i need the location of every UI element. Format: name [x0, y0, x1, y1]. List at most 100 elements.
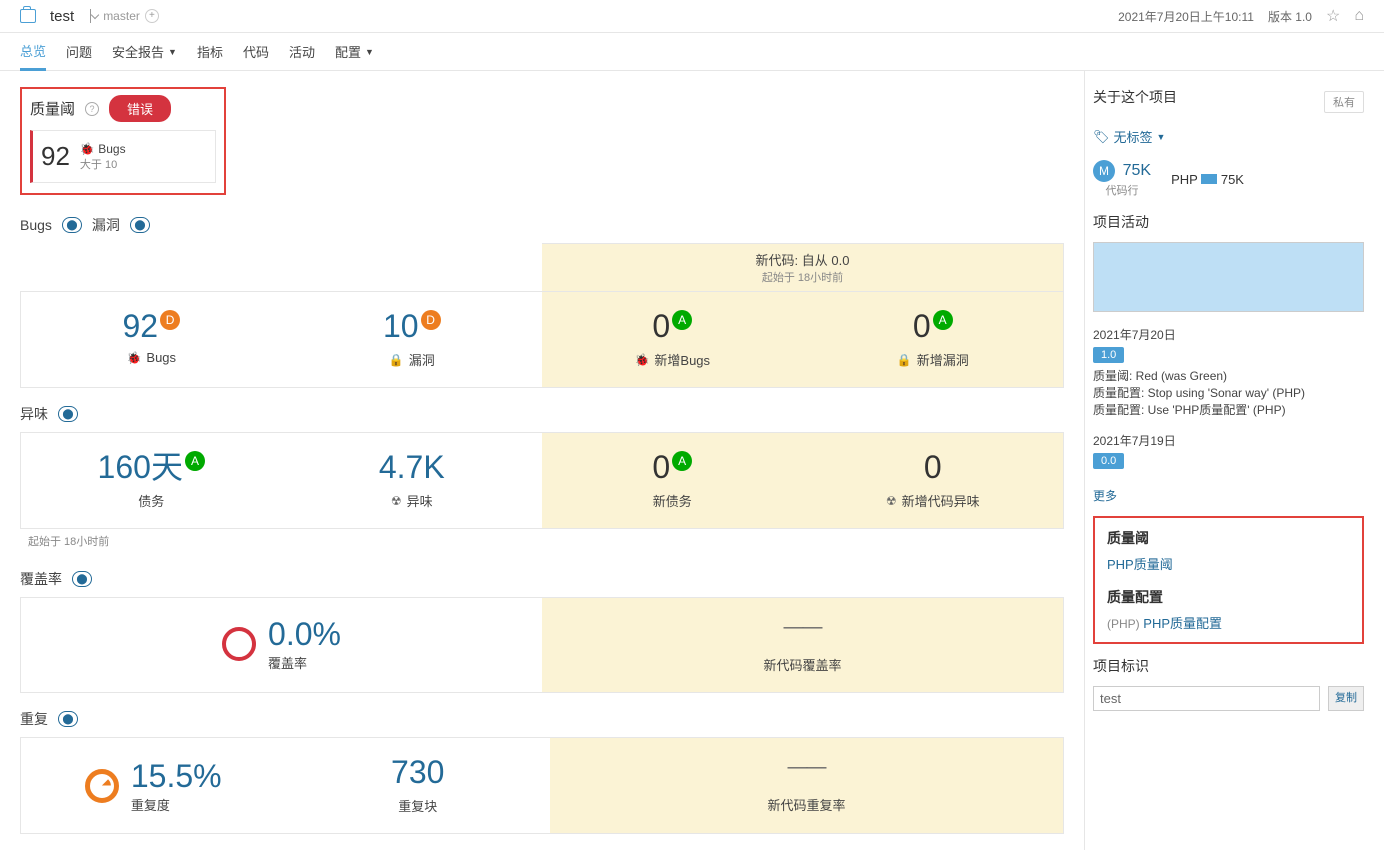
- analysis-timestamp: 2021年7月20日上午10:11: [1118, 8, 1254, 25]
- new-debt-label: 新债务: [653, 491, 692, 510]
- project-id-input[interactable]: [1093, 686, 1320, 711]
- favorite-icon[interactable]: ☆: [1326, 6, 1340, 26]
- qp-link[interactable]: PHP质量配置: [1143, 616, 1222, 631]
- topbar-right: 2021年7月20日上午10:11 版本 1.0 ☆ ⌂: [1118, 6, 1364, 26]
- new-coverage-metric[interactable]: —— 新代码覆盖率: [542, 598, 1063, 692]
- lang-name: PHP: [1171, 172, 1198, 187]
- dup-blocks-metric[interactable]: 730 重复块: [286, 738, 551, 833]
- quality-gate-status: 错误: [109, 95, 171, 122]
- coverage-metric[interactable]: 0.0% 覆盖率: [39, 616, 524, 672]
- coverage-label: 覆盖率: [20, 569, 62, 589]
- project-name[interactable]: test: [50, 8, 74, 25]
- new-dup-metric[interactable]: —— 新代码重复率: [550, 738, 1063, 833]
- copy-button[interactable]: 复制: [1328, 686, 1364, 711]
- dup-label: 重复: [20, 709, 48, 729]
- activity-title: 项目活动: [1093, 212, 1364, 232]
- smells-box: 160天A 债务 4.7K ☢异味 0A 新债务 0 ☢新增代码异味: [20, 432, 1064, 529]
- dup-ring-icon: [85, 769, 119, 803]
- chevron-down-icon: ▼: [168, 47, 177, 57]
- quality-config-panel: 质量阈 PHP质量阈 质量配置 (PHP) PHP质量配置: [1093, 516, 1364, 644]
- link-icon[interactable]: ⬤: [58, 406, 78, 422]
- bugs-vuln-box: 92D 🐞Bugs 10D 🔒漏洞 0A 🐞新增Bugs 0A 🔒新增漏洞: [20, 291, 1064, 388]
- tab-metrics[interactable]: 指标: [197, 33, 223, 70]
- dup-metric[interactable]: 15.5% 重复度: [21, 738, 286, 833]
- smell-icon: ☢: [391, 494, 402, 508]
- main-layout: 质量阈 ? 错误 92 🐞 Bugs 大于 10 Bugs ⬤ 漏洞 ⬤ 新代码…: [0, 71, 1384, 850]
- about-title: 关于这个项目: [1093, 87, 1177, 107]
- new-code-header: 新代码: 自从 0.0 起始于 18小时前: [542, 243, 1064, 291]
- new-bugs-metric[interactable]: 0A 🐞新增Bugs: [542, 292, 803, 387]
- smells-value: 4.7K: [379, 451, 445, 483]
- branch-name: master: [103, 9, 140, 23]
- link-icon[interactable]: ⬤: [72, 571, 92, 587]
- new-bugs-rating: A: [672, 310, 692, 330]
- visibility-badge: 私有: [1324, 91, 1364, 113]
- debt-metric[interactable]: 160天A 债务: [21, 433, 282, 528]
- lock-icon: 🔒: [897, 353, 912, 367]
- bugs-rating: D: [160, 310, 180, 330]
- content-area: 质量阈 ? 错误 92 🐞 Bugs 大于 10 Bugs ⬤ 漏洞 ⬤ 新代码…: [0, 71, 1084, 850]
- more-activity-link[interactable]: 更多: [1093, 489, 1117, 503]
- branch-selector[interactable]: master +: [88, 9, 159, 23]
- version-label: 版本 1.0: [1268, 8, 1312, 25]
- new-smells-value: 0: [924, 451, 942, 483]
- home-icon[interactable]: ⌂: [1354, 7, 1364, 25]
- tab-config[interactable]: 配置 ▼: [335, 33, 374, 70]
- bugs-label: Bugs: [20, 217, 52, 233]
- vuln-metric[interactable]: 10D 🔒漏洞: [282, 292, 543, 387]
- link-icon[interactable]: ⬤: [62, 217, 82, 233]
- bugs-metric-label: Bugs: [146, 350, 176, 365]
- qp-lang: (PHP): [1107, 617, 1140, 631]
- link-icon[interactable]: ⬤: [58, 711, 78, 727]
- new-vuln-rating: A: [933, 310, 953, 330]
- smells-metric[interactable]: 4.7K ☢异味: [282, 433, 543, 528]
- bugs-metric[interactable]: 92D 🐞Bugs: [21, 292, 282, 387]
- qg-metric: Bugs: [98, 142, 125, 156]
- no-tags-label: 无标签: [1114, 127, 1153, 146]
- dup-blocks-label: 重复块: [398, 796, 437, 815]
- new-dup-label: 新代码重复率: [767, 795, 845, 814]
- lang-dist: PHP 75K: [1171, 172, 1244, 187]
- help-icon[interactable]: ?: [85, 102, 99, 116]
- qg-condition: 大于 10: [80, 156, 126, 172]
- new-vuln-metric[interactable]: 0A 🔒新增漏洞: [803, 292, 1064, 387]
- bug-icon: 🐞: [80, 142, 95, 156]
- new-smells-metric[interactable]: 0 ☢新增代码异味: [803, 433, 1064, 528]
- tab-issues[interactable]: 问题: [66, 33, 92, 70]
- coverage-ring-icon: [222, 627, 256, 661]
- chevron-down-icon: ▼: [365, 47, 374, 57]
- activity-line: 质量配置: Stop using 'Sonar way' (PHP): [1093, 384, 1364, 401]
- version-badge: 1.0: [1093, 347, 1124, 363]
- add-branch-icon[interactable]: +: [145, 9, 159, 23]
- quality-gate-panel: 质量阈 ? 错误 92 🐞 Bugs 大于 10: [20, 87, 226, 195]
- tab-security[interactable]: 安全报告 ▼: [112, 33, 177, 70]
- quality-gate-condition[interactable]: 92 🐞 Bugs 大于 10: [30, 130, 216, 183]
- tab-security-label: 安全报告: [112, 42, 164, 61]
- debt-value: 160天: [98, 451, 183, 483]
- new-code-title: 新代码: 自从 0.0: [548, 250, 1057, 269]
- lock-icon: 🔒: [389, 353, 404, 367]
- sidebar: 关于这个项目 私有 🏷 无标签 ▼ M 75K 代码行 PHP 75K 项目活动…: [1084, 71, 1384, 850]
- tab-overview[interactable]: 总览: [20, 33, 46, 71]
- link-icon[interactable]: ⬤: [130, 217, 150, 233]
- loc-value[interactable]: 75K: [1123, 162, 1151, 179]
- vuln-metric-label: 漏洞: [409, 350, 435, 369]
- new-vuln-label: 新增漏洞: [917, 350, 969, 369]
- activity-chart[interactable]: [1093, 242, 1364, 312]
- new-debt-rating: A: [672, 451, 692, 471]
- vuln-label: 漏洞: [92, 215, 120, 235]
- activity-line: 质量配置: Use 'PHP质量配置' (PHP): [1093, 401, 1364, 418]
- new-debt-metric[interactable]: 0A 新债务: [542, 433, 803, 528]
- tab-config-label: 配置: [335, 42, 361, 61]
- dup-value: 15.5%: [131, 758, 222, 795]
- coverage-metric-label: 覆盖率: [268, 653, 341, 672]
- tab-code[interactable]: 代码: [243, 33, 269, 70]
- qg-link[interactable]: PHP质量阈: [1107, 557, 1173, 572]
- tab-activity[interactable]: 活动: [289, 33, 315, 70]
- qp-section-title: 质量配置: [1107, 587, 1350, 607]
- activity-entry: 2021年7月19日 0.0: [1093, 432, 1364, 473]
- project-icon: [20, 9, 36, 23]
- bugs-value: 92: [122, 310, 158, 342]
- quality-gate-label: 质量阈: [30, 98, 75, 119]
- tags-link[interactable]: 🏷 无标签 ▼: [1093, 127, 1364, 146]
